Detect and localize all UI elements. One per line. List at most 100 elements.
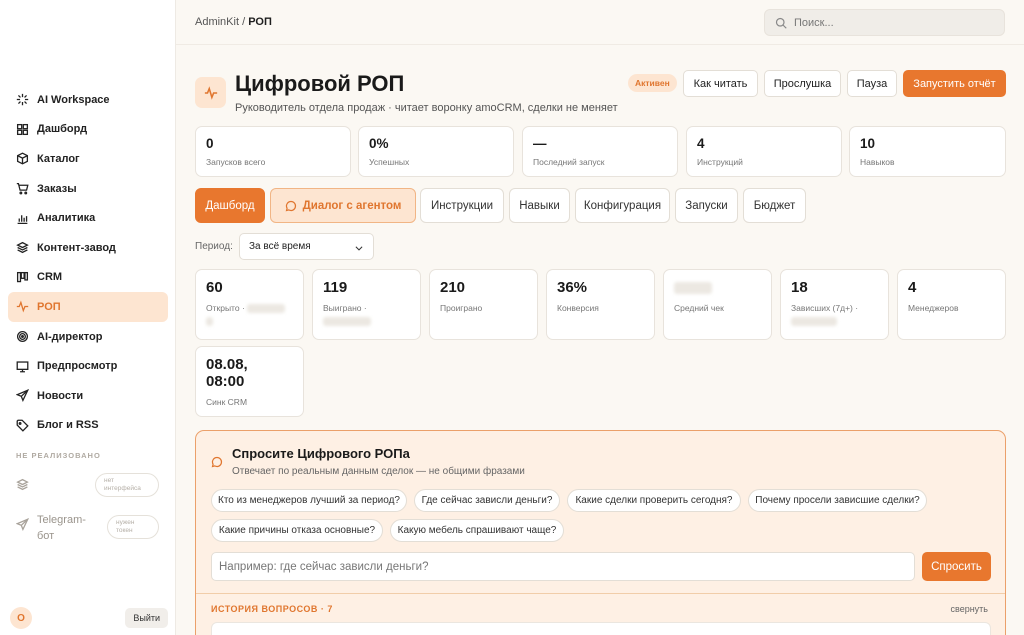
tab-dashboard[interactable]: Дашборд [195,188,265,223]
metric-value: 119 [323,279,348,296]
tab-label: Диалог с агентом [302,199,402,212]
suggestion-chip[interactable]: Какую мебель спрашивают чаще? [390,519,564,542]
sidebar-item-ai-director[interactable]: AI-директор [8,322,168,352]
chat-bubble-icon [285,200,303,212]
sidebar-item-label: РОП [37,300,61,313]
tab-budget[interactable]: Бюджет [743,188,806,223]
tag-icon [16,419,29,432]
avatar[interactable]: O [10,607,32,629]
target-icon [16,330,29,343]
sidebar-item-analytics[interactable]: Аналитика [8,203,168,233]
sidebar-item-label: Контент-завод [37,241,116,254]
tab-skills[interactable]: Навыки [509,188,570,223]
metric-card: 119 Выиграно · [312,269,421,340]
tab-config[interactable]: Конфигурация [575,188,670,223]
metric-value: 210 [440,279,466,296]
metric-label: Менеджеров [908,303,959,313]
metric-label: Выиграно · [323,302,410,328]
stat-value: 0% [369,136,389,151]
metric-label: Зависших (7д+) · [791,302,878,328]
sidebar-item-ai-workspace[interactable]: AI Workspace [8,85,168,115]
search-icon [775,17,794,29]
send-icon [16,518,29,531]
metric-label: Средний чек [674,303,724,313]
collapse-link[interactable]: свернуть [951,604,988,614]
sidebar-nav: AI Workspace Дашборд Каталог Заказы Анал… [0,85,176,440]
tab-runs[interactable]: Запуски [675,188,738,223]
status-badge: Активен [628,74,677,92]
box-icon [16,152,29,165]
how-to-read-button[interactable]: Как читать [683,70,758,97]
breadcrumb-root[interactable]: AdminKit [195,16,239,28]
metric-card: Средний чек [663,269,772,340]
suggestion-chip[interactable]: Кто из менеджеров лучший за период? [211,489,407,512]
history-item[interactable] [211,622,991,635]
pause-button[interactable]: Пауза [847,70,897,97]
sidebar-item-dashboard[interactable]: Дашборд [8,115,168,145]
metric-card: 08.08, 08:00 Синк CRM [195,346,304,417]
kanban-icon [16,271,29,284]
sidebar-item-label: Дашборд [37,123,88,136]
tab-instructions[interactable]: Инструкции [420,188,504,223]
page-subtitle: Руководитель отдела продаж · читает воро… [235,102,618,114]
metric-value: 36% [557,279,588,296]
stat-label: Запусков всего [206,157,266,167]
stat-value: 4 [697,136,705,151]
stat-value: 10 [860,136,876,151]
stat-label: Последний запуск [533,157,605,167]
sidebar-item-label: Новости [37,389,84,402]
listen-button[interactable]: Прослушка [764,70,841,97]
metric-label: Проиграно [440,303,483,313]
metric-card: 36% Конверсия [546,269,655,340]
run-report-button[interactable]: Запустить отчёт [903,70,1006,97]
stat-label: Навыков [860,157,895,167]
metric-card: 210 Проиграно [429,269,538,340]
sidebar-item-label: Предпросмотр [37,360,118,373]
sidebar-item-content-factory[interactable]: Контент-завод [8,233,168,263]
sidebar-item-label: AI Workspace [37,93,110,106]
sidebar-item-preview[interactable]: Предпросмотр [8,351,168,381]
sidebar-item-orders[interactable]: Заказы [8,174,168,204]
logout-button[interactable]: Выйти [125,608,168,628]
sidebar-item-rop[interactable]: РОП [8,292,168,322]
question-input[interactable]: Например: где сейчас зависли деньги? [211,552,915,581]
metric-card: 18 Зависших (7д+) · [780,269,889,340]
bar-chart-icon [16,212,29,225]
suggestion-chip[interactable]: Где сейчас зависли деньги? [414,489,560,512]
sidebar-item-label: Блог и RSS [37,419,99,432]
suggestion-chip[interactable]: Какие причины отказа основные? [211,519,383,542]
stat-value: — [533,136,547,151]
stat-value: 0 [206,136,214,151]
search-input[interactable]: Поиск... [794,17,834,29]
metric-value: 18 [791,279,808,296]
grid-icon [16,123,29,136]
ask-title: Спросите Цифрового РОПа [232,446,410,461]
not-implemented-title: НЕ РЕАЛИЗОВАНО [16,451,101,460]
stat-label: Инструкций [697,157,743,167]
sidebar-item-crm[interactable]: CRM [8,263,168,293]
suggestion-chip[interactable]: Почему просели зависшие сделки? [748,489,927,512]
stat-label: Успешных [369,157,410,167]
sparkle-icon [16,93,29,106]
sidebar-item-label: CRM [37,271,63,284]
sidebar-item-blog[interactable]: Блог и RSS [8,411,168,441]
suggestion-chip[interactable]: Какие сделки проверить сегодня? [567,489,741,512]
tab-agent-dialog[interactable]: Диалог с агентом [270,188,416,223]
search-box[interactable]: Поиск... [764,9,1005,36]
sidebar-item-news[interactable]: Новости [8,381,168,411]
pulse-icon [195,77,226,108]
breadcrumb-separator: / [242,16,246,28]
sidebar-item-catalog[interactable]: Каталог [8,144,168,174]
metric-card: 4 Менеджеров [897,269,1006,340]
stat-card: 10 Навыков [849,126,1006,177]
ask-submit-button[interactable]: Спросить [922,552,991,581]
not-implemented-note: нет интерфейса [95,473,159,497]
stat-card: 0% Успешных [358,126,514,177]
period-value: За всё время [249,241,311,252]
metric-value: 4 [908,279,917,296]
topbar: AdminKit / РОП Поиск... [176,0,1024,45]
send-icon [16,389,29,403]
layers-icon [16,478,29,491]
breadcrumb-current: РОП [248,16,272,28]
period-select[interactable]: За всё время [239,233,374,260]
